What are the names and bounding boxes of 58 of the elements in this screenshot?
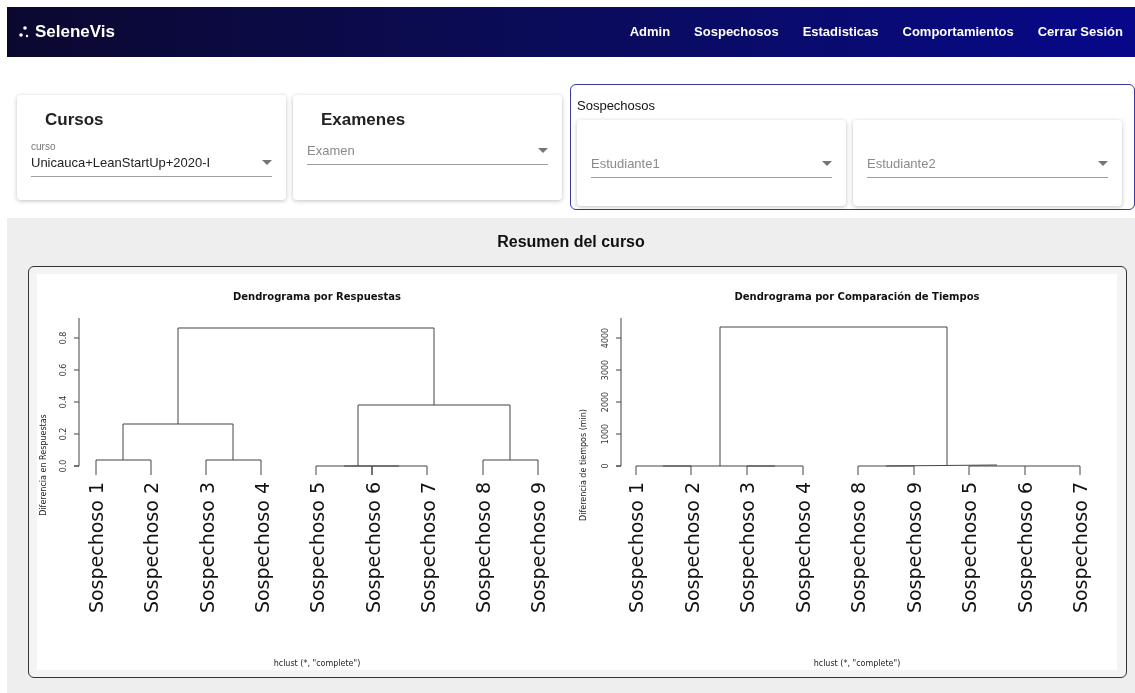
y-axis-label: Diferencia de tiempos (min) xyxy=(579,409,588,521)
panel-title: Sospechosos xyxy=(577,97,657,115)
leaf-label: Sospechoso 6 xyxy=(1013,482,1036,614)
leaf-label: Sospechoso 6 xyxy=(361,482,384,614)
leaf-label: Sospechoso 7 xyxy=(1069,482,1091,614)
dropdown-caret-icon xyxy=(1098,160,1108,166)
leaf-label: Sospechoso 3 xyxy=(736,482,758,614)
tick-label: 0.8 xyxy=(59,331,68,345)
dropdown-caret-icon xyxy=(262,159,272,165)
select-field[interactable]: Estudiante2 xyxy=(867,153,1108,178)
card-title: Cursos xyxy=(44,109,105,131)
leaf-label: Sospechoso 3 xyxy=(195,482,218,614)
leaf-label: Sospechoso 4 xyxy=(791,482,814,614)
nav-link[interactable]: Sospechosos xyxy=(694,22,779,42)
leaf-label: Sospechoso 9 xyxy=(902,482,925,614)
leaf-label: Sospechoso 1 xyxy=(625,482,647,614)
leaf-label: Sospechoso 1 xyxy=(85,482,107,614)
field-placeholder: Examen xyxy=(307,141,355,160)
tick-label: 0.2 xyxy=(59,427,68,441)
plot-title: Dendrograma por Comparación de Tiempos xyxy=(734,291,980,302)
section-title: Resumen del curso xyxy=(497,232,645,252)
leaf-label: Sospechoso 8 xyxy=(847,482,869,614)
card-title: Examenes xyxy=(320,109,407,131)
logo-icon xyxy=(19,26,31,38)
leaf-label: Sospechoso 5 xyxy=(958,482,980,614)
tick-label: 0.0 xyxy=(59,459,68,473)
tick-label: 2000 xyxy=(601,391,610,413)
tick-label: 4000 xyxy=(601,327,610,349)
leaf-label: Sospechoso 2 xyxy=(680,482,703,614)
field-placeholder: Estudiante2 xyxy=(867,154,936,173)
x-axis-label: hclust (*, "complete") xyxy=(813,659,901,668)
tick-label: 1000 xyxy=(601,423,610,445)
x-axis-label: hclust (*, "complete") xyxy=(273,659,361,668)
tick-label: 0.4 xyxy=(59,395,68,409)
plot-title: Dendrograma por Respuestas xyxy=(233,291,401,302)
nav-link[interactable]: Cerrar Sesión xyxy=(1037,22,1123,42)
field-placeholder: Estudiante1 xyxy=(591,154,660,173)
nav-link[interactable]: Comportamientos xyxy=(902,22,1014,42)
leaf-label: Sospechoso 8 xyxy=(472,482,495,614)
tick-label: 0.6 xyxy=(59,363,68,377)
select-field[interactable]: curso Unicauca+LeanStartUp+2020-I xyxy=(31,140,272,177)
dropdown-caret-icon xyxy=(538,147,548,153)
field-label: curso xyxy=(31,140,57,153)
leaf-label: Sospechoso 7 xyxy=(416,482,439,614)
y-axis-label: Diferencia en Respuestas xyxy=(39,414,48,516)
select-field[interactable]: Estudiante1 xyxy=(591,153,832,178)
brand-name[interactable]: SeleneVis xyxy=(35,19,116,45)
tick-label: 0 xyxy=(601,463,610,469)
leaf-label: Sospechoso 5 xyxy=(306,482,329,614)
tick-label: 3000 xyxy=(601,359,610,381)
leaf-label: Sospechoso 2 xyxy=(140,482,163,614)
nav-link[interactable]: Admin xyxy=(629,22,671,42)
leaf-label: Sospechoso 4 xyxy=(250,482,273,614)
select-field[interactable]: Examen xyxy=(307,140,548,165)
dropdown-caret-icon xyxy=(822,160,832,166)
field-value: Unicauca+LeanStartUp+2020-I xyxy=(31,153,211,172)
nav-link[interactable]: Estadisticas xyxy=(802,22,879,42)
leaf-label: Sospechoso 9 xyxy=(527,482,550,614)
